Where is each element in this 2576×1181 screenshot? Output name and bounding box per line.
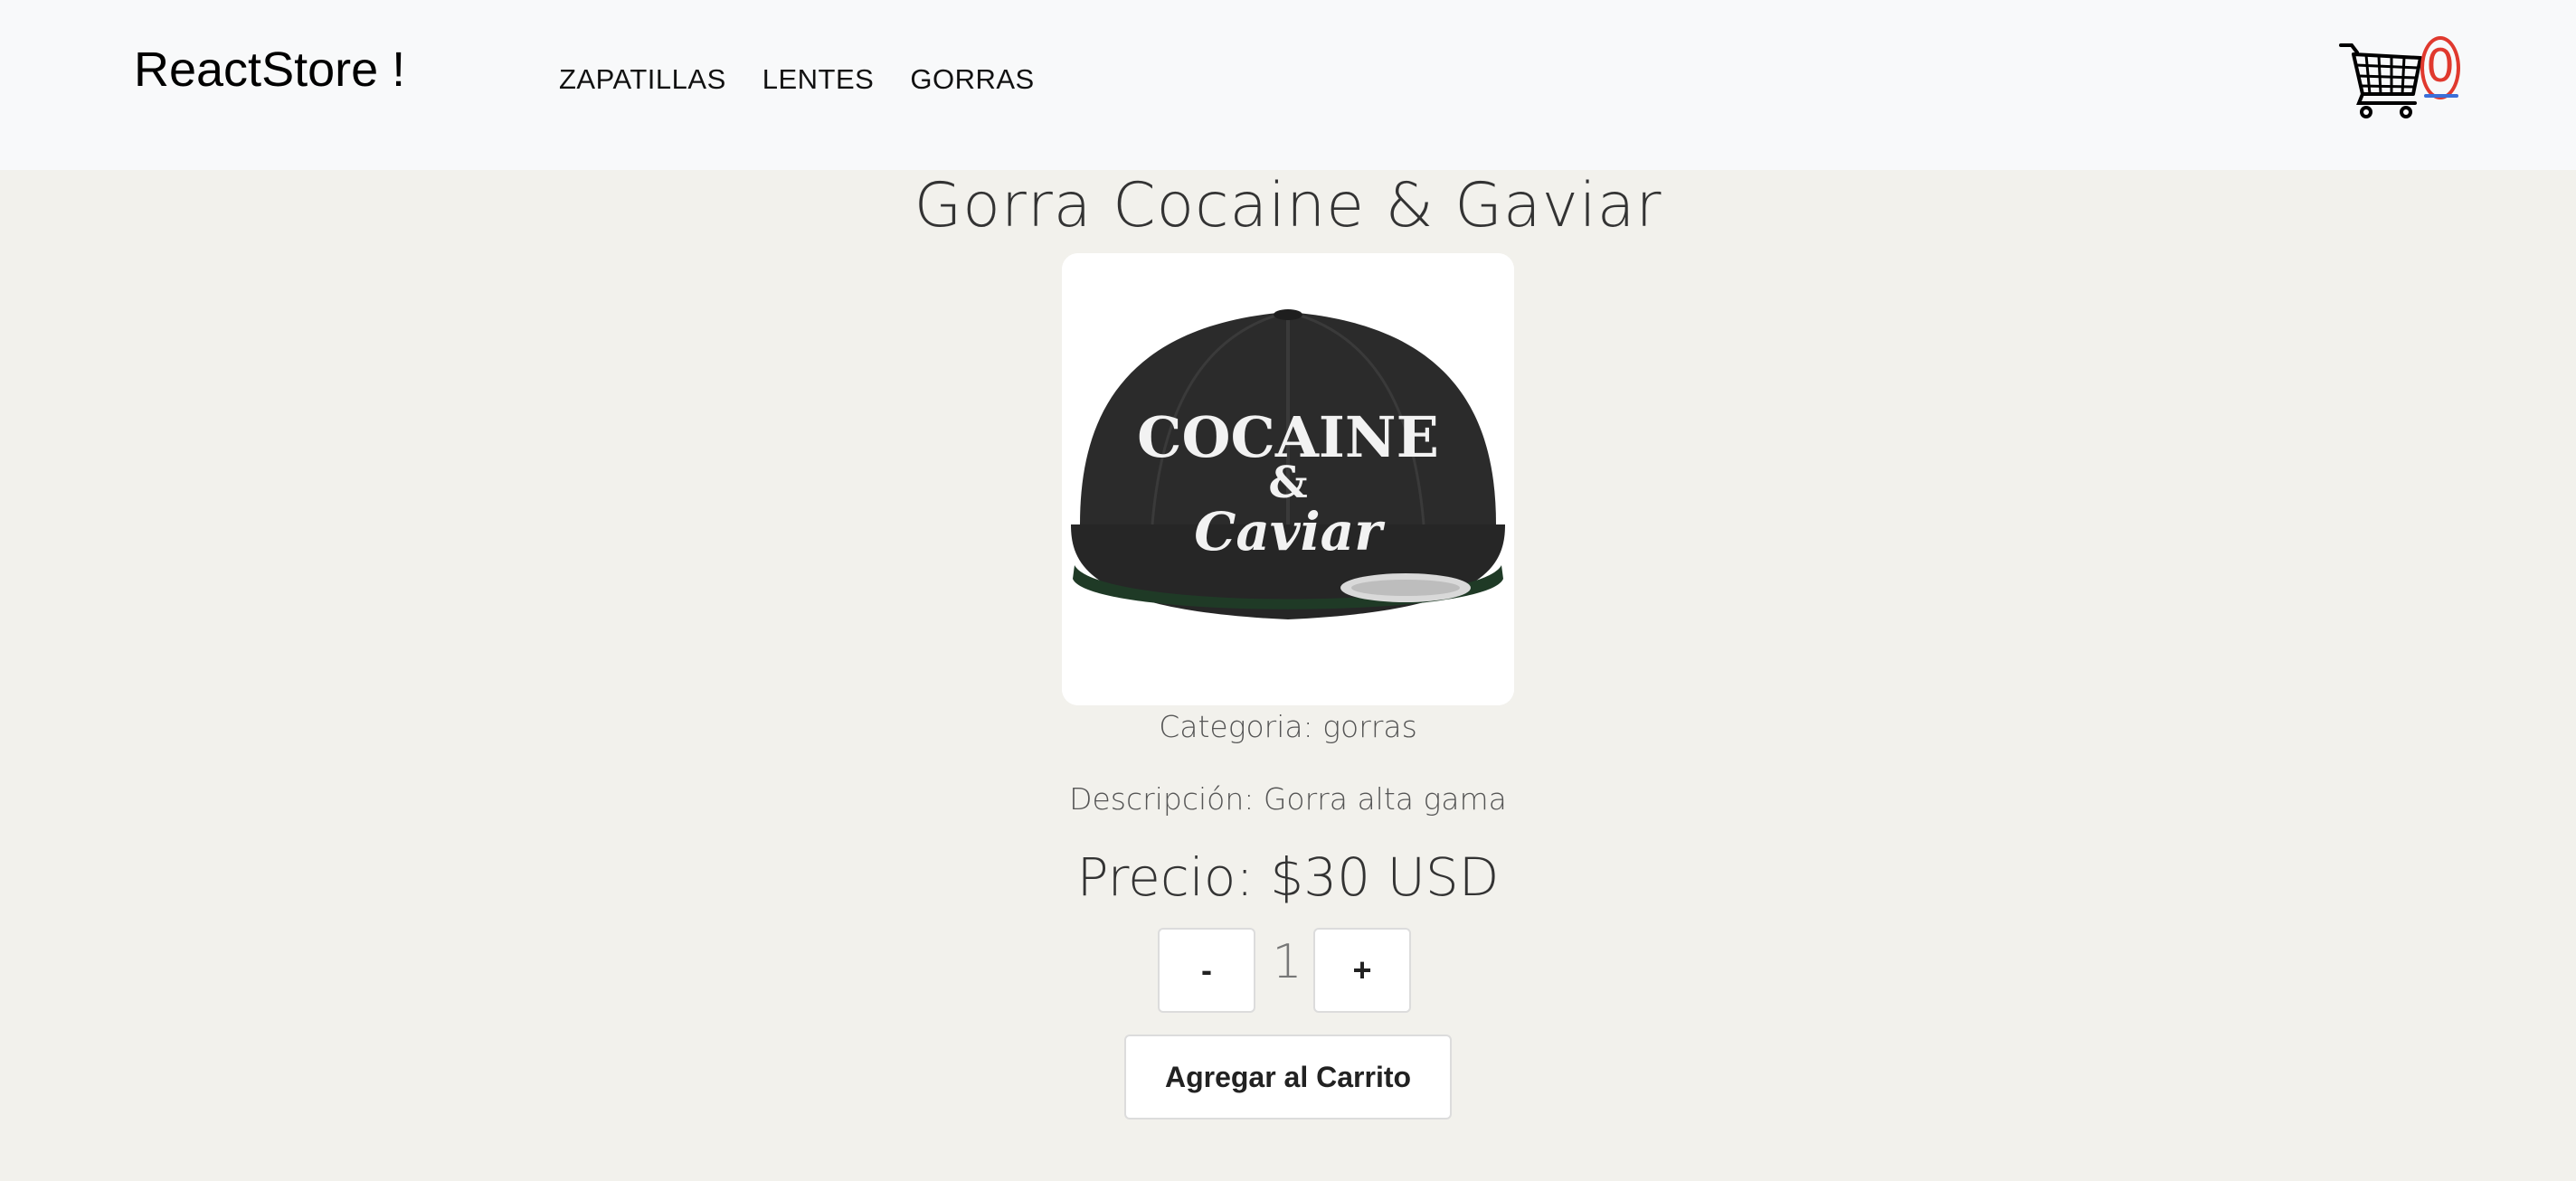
nav-link-zapatillas[interactable]: ZAPATILLAS	[559, 63, 726, 96]
brand-logo[interactable]: ReactStore !	[134, 42, 405, 98]
quantity-value: 1	[1272, 935, 1302, 989]
product-description: Descripción: Gorra alta gama	[1069, 781, 1507, 817]
increment-button[interactable]: +	[1313, 928, 1411, 1013]
cap-image: COCAINE & Caviar	[1062, 253, 1514, 705]
nav-links: ZAPATILLAS LENTES GORRAS	[559, 63, 1035, 96]
cart-count-badge: 0	[2420, 36, 2460, 99]
nav-link-gorras[interactable]: GORRAS	[910, 63, 1034, 96]
nav-link-lentes[interactable]: LENTES	[762, 63, 875, 96]
cart-count-underline	[2424, 94, 2458, 98]
product-price: Precio: $30 USD	[1076, 846, 1500, 908]
decrement-button[interactable]: -	[1158, 928, 1255, 1013]
product-title: Gorra Cocaine & Gaviar	[914, 170, 1662, 241]
add-to-cart-button[interactable]: Agregar al Carrito	[1124, 1035, 1452, 1120]
cart-widget[interactable]: 0	[2339, 33, 2466, 121]
shopping-cart-icon	[2339, 43, 2422, 118]
cap-text-line3: Caviar	[1194, 501, 1386, 562]
product-category: Categoria: gorras	[1159, 709, 1417, 744]
product-image: COCAINE & Caviar	[1062, 253, 1514, 705]
navbar: ReactStore ! ZAPATILLAS LENTES GORRAS 0	[0, 0, 2576, 170]
